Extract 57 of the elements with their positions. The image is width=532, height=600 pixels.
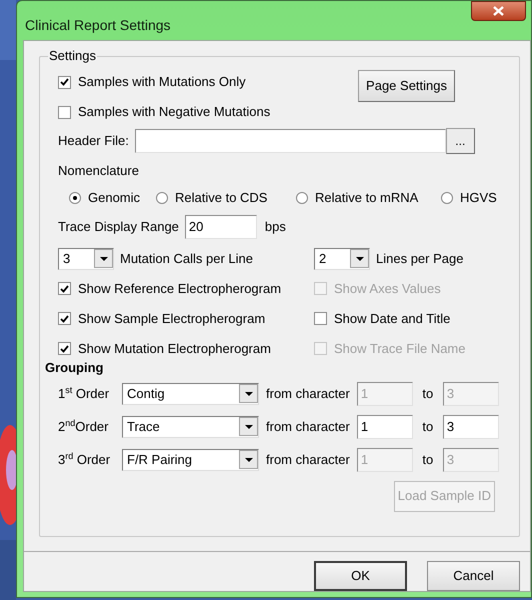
- radio-label: Relative to mRNA: [315, 188, 418, 207]
- radio-label: HGVS: [460, 188, 497, 207]
- checkbox-label: Show Axes Values: [334, 280, 441, 298]
- input-field[interactable]: 20: [184, 214, 257, 238]
- checkbox[interactable]: [58, 312, 71, 325]
- radio-label: Genomic: [88, 188, 140, 207]
- browse-button[interactable]: ...: [446, 128, 475, 154]
- field-label: to: [421, 384, 434, 403]
- page-settings-button[interactable]: Page Settings: [358, 70, 455, 102]
- window-title: Clinical Report Settings: [25, 16, 171, 35]
- dropdown[interactable]: 2: [314, 248, 370, 270]
- checkbox[interactable]: [58, 76, 71, 88]
- unit-label: bps: [264, 218, 286, 236]
- checkbox-label: Show Mutation Electropherogram: [78, 340, 271, 358]
- section-heading: Grouping: [45, 360, 104, 376]
- input-field[interactable]: 3: [442, 414, 499, 438]
- field-label: Header File:: [58, 132, 129, 150]
- check-icon: [60, 78, 69, 86]
- checkbox[interactable]: [58, 282, 71, 295]
- section-label: Nomenclature: [58, 162, 140, 180]
- check-icon: [60, 284, 69, 292]
- group-label: Settings: [48, 48, 97, 64]
- field-label: from character: [266, 418, 350, 436]
- field-label: from character: [266, 450, 350, 469]
- check-icon: [60, 344, 69, 352]
- dropdown-label: Mutation Calls per Line: [120, 250, 253, 268]
- order-label: 2$^{nd}$Order: [58, 417, 110, 436]
- radio-button[interactable]: [69, 192, 81, 204]
- checkbox-label: Show Sample Electropherogram: [78, 310, 266, 328]
- dialog-button[interactable]: OK: [314, 561, 407, 591]
- dialog-button[interactable]: Cancel: [427, 561, 520, 591]
- dropdown[interactable]: Trace: [122, 416, 259, 438]
- checkbox-label: Show Date and Title: [334, 310, 450, 328]
- close-icon: [493, 6, 504, 16]
- checkbox[interactable]: [58, 106, 71, 118]
- check-icon: [60, 314, 69, 322]
- checkbox-label: Samples with Mutations Only: [78, 73, 246, 92]
- radio-button[interactable]: [156, 192, 168, 204]
- field-label: to: [421, 450, 434, 469]
- input-field[interactable]: [134, 129, 446, 153]
- field-label: from character: [266, 384, 350, 403]
- order-label: 3$^{rd}$ Order: [58, 450, 112, 469]
- input-field[interactable]: 1: [356, 414, 413, 438]
- close-button[interactable]: [471, 1, 526, 21]
- field-label: to: [421, 418, 434, 436]
- dropdown-label: Lines per Page: [376, 250, 464, 268]
- checkbox[interactable]: [314, 312, 327, 325]
- field-label: Trace Display Range: [58, 218, 179, 236]
- radio-button[interactable]: [441, 192, 453, 204]
- dropdown[interactable]: 3: [58, 248, 114, 270]
- checkbox-label: Show Trace File Name: [334, 340, 466, 358]
- radio-label: Relative to CDS: [175, 188, 268, 207]
- radio-button[interactable]: [296, 192, 308, 204]
- checkbox[interactable]: [58, 342, 71, 355]
- checkbox-label: Show Reference Electropherogram: [78, 280, 282, 298]
- order-label: 1$^{st}$ Order: [58, 384, 110, 403]
- checkbox-label: Samples with Negative Mutations: [78, 103, 270, 122]
